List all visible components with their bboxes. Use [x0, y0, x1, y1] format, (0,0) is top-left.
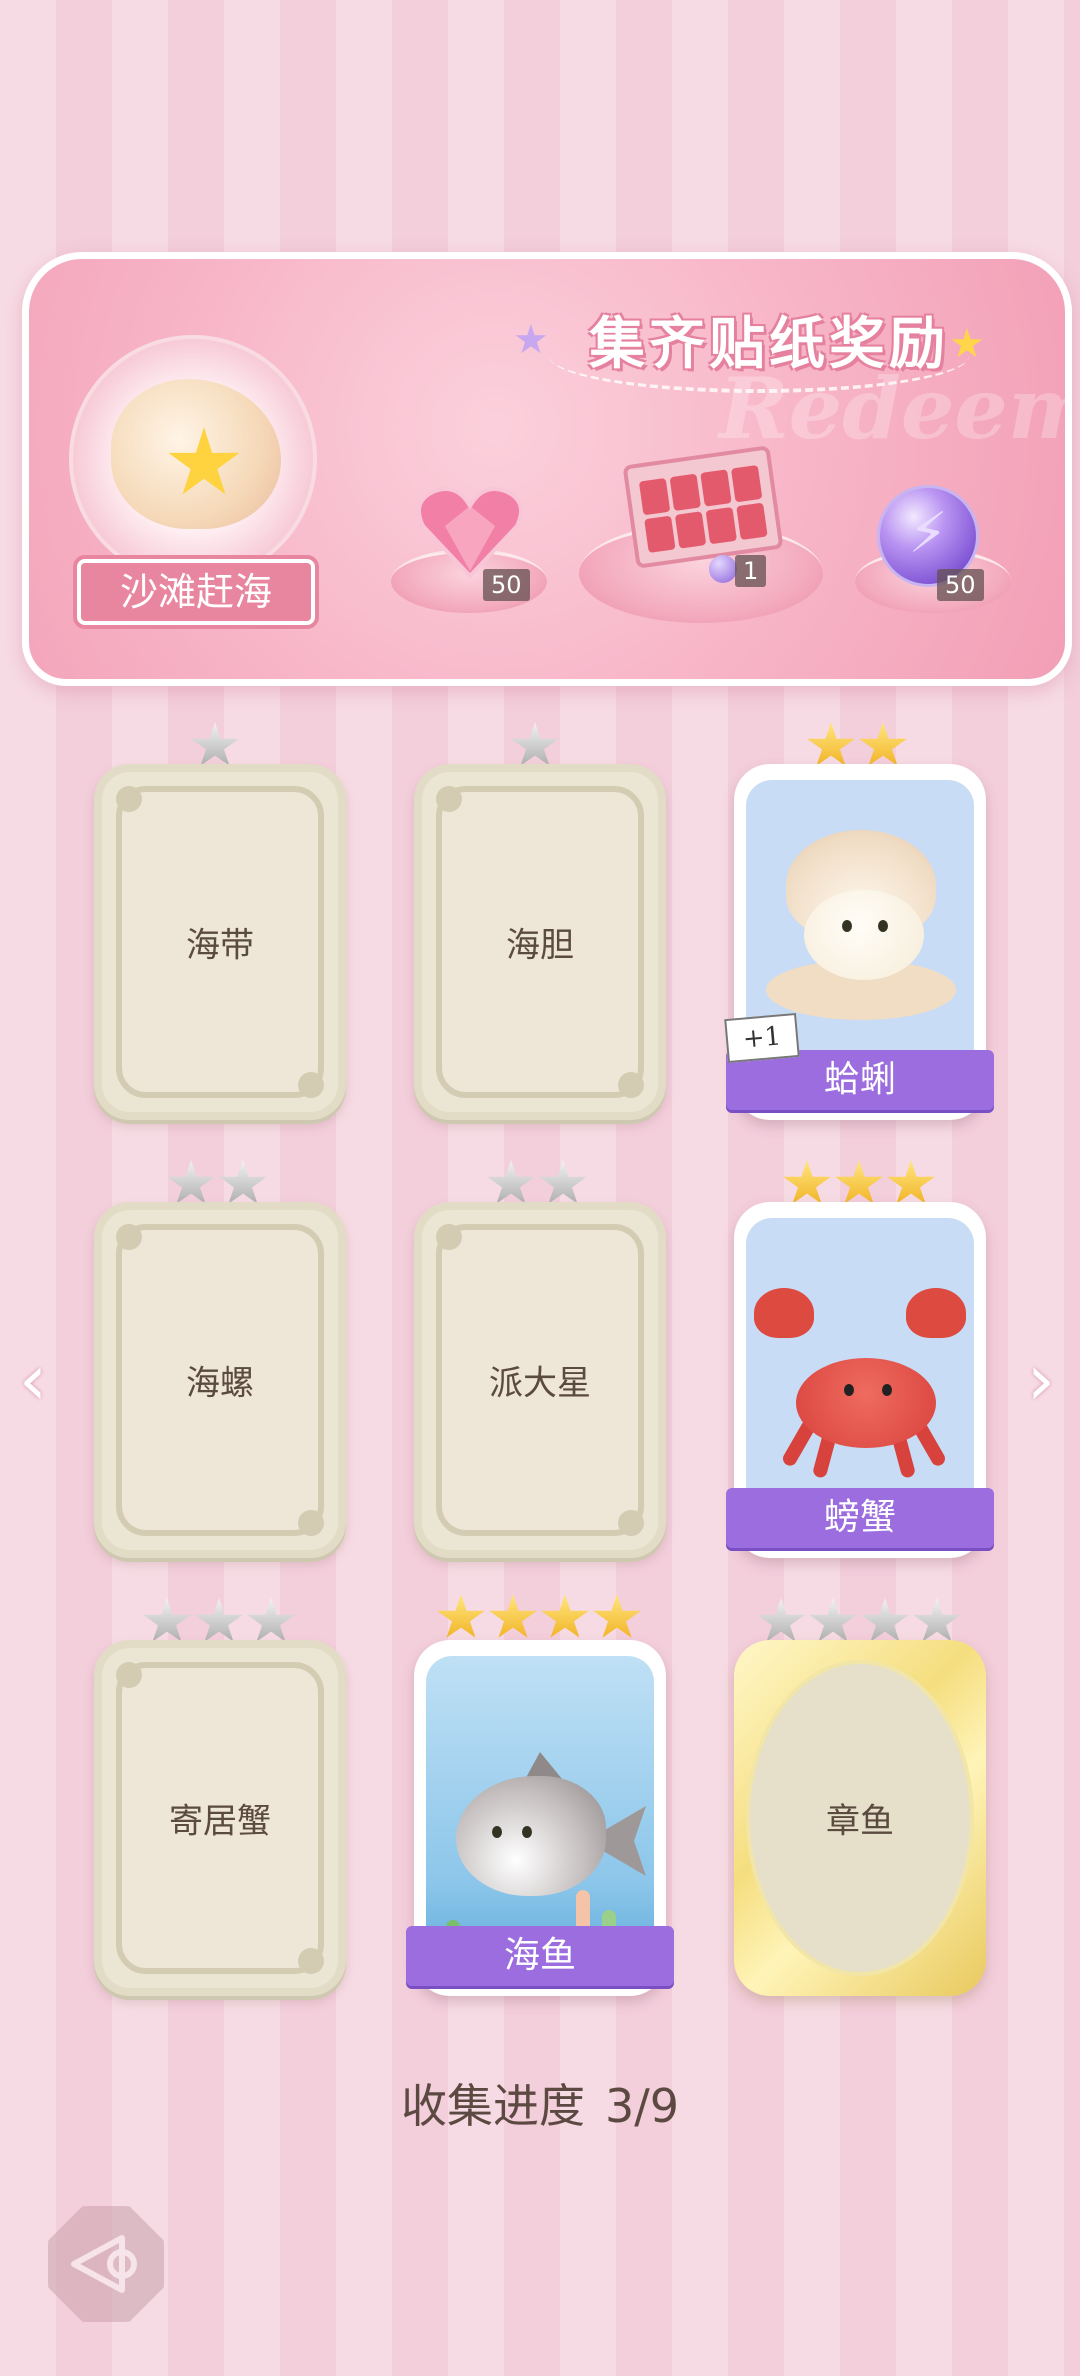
card-name: 海螺 — [186, 1363, 254, 1404]
star-icon — [191, 722, 239, 766]
sticker-card-hailuo[interactable]: 海螺 — [94, 1202, 346, 1558]
card-8-stars — [436, 1594, 642, 1642]
card-9-stars — [756, 1598, 962, 1646]
card-name-ribbon: 海鱼 — [406, 1926, 674, 1986]
star-icon — [913, 1598, 961, 1642]
star-icon — [489, 1594, 537, 1638]
star-icon — [593, 1594, 641, 1638]
back-arrow-icon — [71, 2235, 137, 2293]
star-icon — [861, 1598, 909, 1642]
reward-count-1: 50 — [483, 569, 530, 601]
sticker-card-pangxie[interactable]: 螃蟹 — [726, 1202, 994, 1558]
star-icon — [835, 1160, 883, 1204]
card-5-stars — [486, 1160, 588, 1208]
event-name-label: 沙滩赶海 — [77, 559, 315, 625]
card-6-stars — [782, 1160, 936, 1208]
gift-box-icon[interactable] — [622, 445, 784, 569]
star-icon — [247, 1598, 295, 1642]
card-name: 章鱼 — [826, 1801, 894, 1842]
star-icon — [887, 1160, 935, 1204]
reward-count-3: 50 — [937, 569, 984, 601]
card-name: 寄居蟹 — [169, 1801, 271, 1842]
sticker-card-haiyu[interactable]: 海鱼 — [406, 1640, 674, 1996]
star-icon — [541, 1594, 589, 1638]
star-icon — [195, 1598, 243, 1642]
star-icon — [539, 1160, 587, 1204]
yellow-star-icon: ★ — [949, 321, 985, 367]
star-icon — [167, 1160, 215, 1204]
prev-page-arrow[interactable]: ‹ — [8, 1340, 58, 1420]
star-icon — [487, 1160, 535, 1204]
collection-progress: 收集进度 3/9 — [0, 2070, 1080, 2136]
star-icon — [783, 1160, 831, 1204]
back-button[interactable] — [48, 2206, 164, 2322]
card-name: 海胆 — [506, 925, 574, 966]
pink-heart-gem-icon[interactable] — [415, 481, 525, 581]
card-4-stars — [166, 1160, 268, 1208]
card-name: 海带 — [186, 925, 254, 966]
sticker-card-geli[interactable]: 蛤蜊 +1 — [724, 764, 994, 1120]
card-7-stars — [142, 1598, 296, 1646]
progress-label: 收集进度 — [400, 2079, 585, 2133]
sticker-card-paidaxing[interactable]: 派大星 — [414, 1202, 666, 1558]
reward-count-2: 1 — [735, 555, 767, 587]
star-icon — [757, 1598, 805, 1642]
star-icon — [143, 1598, 191, 1642]
banner-title: 集齐贴纸奖励 — [589, 312, 949, 377]
sticker-card-zhangyu[interactable]: 章鱼 — [734, 1640, 986, 1996]
purple-star-icon: ★ — [513, 317, 549, 363]
next-page-arrow[interactable]: › — [1016, 1340, 1066, 1420]
gift-ball-icon — [709, 555, 737, 583]
card-1-stars — [190, 722, 240, 770]
card-name-ribbon: 螃蟹 — [726, 1488, 994, 1548]
reward-banner: Redeem ★ ★ 集齐贴纸奖励 沙滩赶海 50 1 ⚡ 50 — [22, 252, 1072, 686]
card-name: 派大星 — [489, 1363, 591, 1404]
sticker-card-haidai[interactable]: 海带 — [94, 764, 346, 1120]
star-icon — [859, 722, 907, 766]
star-icon — [807, 722, 855, 766]
progress-value: 3/9 — [604, 2079, 680, 2133]
duplicate-badge: +1 — [724, 1012, 800, 1064]
star-icon — [809, 1598, 857, 1642]
card-2-stars — [510, 722, 560, 770]
sticker-card-haidan[interactable]: 海胆 — [414, 764, 666, 1120]
star-icon — [437, 1594, 485, 1638]
star-icon — [511, 722, 559, 766]
card-3-stars — [806, 722, 908, 770]
star-icon — [219, 1160, 267, 1204]
sticker-card-jijuxie[interactable]: 寄居蟹 — [94, 1640, 346, 1996]
